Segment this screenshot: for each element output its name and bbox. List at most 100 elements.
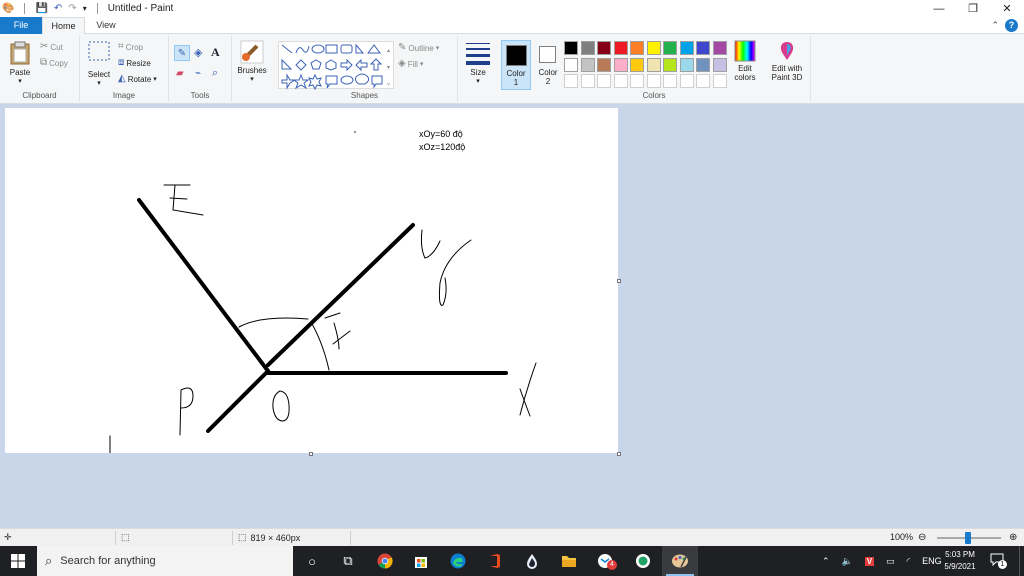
restore-button[interactable]: ❐ bbox=[956, 0, 990, 17]
palette-swatch[interactable] bbox=[630, 74, 644, 88]
save-icon[interactable]: 💾 bbox=[35, 3, 47, 15]
palette-swatch[interactable] bbox=[597, 57, 611, 72]
palette-swatch[interactable] bbox=[712, 74, 727, 88]
resize-handle-bottom[interactable] bbox=[309, 452, 313, 456]
text-tool-icon[interactable]: A bbox=[211, 45, 220, 60]
color-picker-icon[interactable]: ⌁ bbox=[195, 68, 201, 79]
divider bbox=[232, 531, 233, 545]
mail-icon[interactable]: 4 bbox=[596, 551, 617, 571]
palette-swatch[interactable] bbox=[580, 57, 595, 72]
palette-swatch[interactable] bbox=[679, 41, 694, 55]
crop-button[interactable]: ⌗ Crop bbox=[118, 42, 143, 52]
palette-swatch[interactable] bbox=[597, 74, 611, 88]
store-logo bbox=[415, 557, 427, 568]
customize-toolbar-icon[interactable]: ▾ bbox=[83, 3, 87, 15]
tab-view[interactable]: View bbox=[88, 17, 124, 34]
paint-3d-taskbar-icon[interactable] bbox=[633, 551, 653, 571]
palette-swatch[interactable] bbox=[564, 41, 578, 55]
vietnamese-input-icon[interactable]: V bbox=[864, 556, 875, 566]
handwritten-p bbox=[179, 387, 194, 436]
palette-swatch[interactable] bbox=[663, 74, 677, 88]
edit-paint3d-button[interactable]: Edit with Paint 3D bbox=[766, 40, 808, 82]
palette-swatch[interactable] bbox=[679, 74, 694, 88]
tab-file[interactable]: File bbox=[0, 17, 42, 34]
color1-button[interactable]: Color 1 bbox=[501, 40, 531, 90]
palette-swatch[interactable] bbox=[580, 41, 595, 55]
palette-swatch[interactable] bbox=[630, 57, 644, 72]
start-button[interactable] bbox=[0, 546, 36, 576]
copy-button[interactable]: ⧉ Copy bbox=[40, 58, 68, 68]
size-button[interactable]: Size ▾ bbox=[462, 40, 494, 85]
resize-handle-corner[interactable] bbox=[617, 452, 621, 456]
fill-button[interactable]: ◈ Fill ▾ bbox=[398, 59, 423, 69]
resize-button[interactable]: ⧈ Resize bbox=[118, 58, 151, 68]
palette-swatch[interactable] bbox=[613, 41, 628, 55]
zoom-in-button[interactable]: ⊕ bbox=[1009, 532, 1017, 543]
undo-icon[interactable]: ↶ bbox=[54, 3, 62, 15]
brushes-button[interactable]: Brushes ▾ bbox=[234, 40, 270, 83]
divider bbox=[24, 3, 26, 14]
palette-swatch[interactable] bbox=[712, 57, 727, 72]
palette-swatch[interactable] bbox=[646, 74, 661, 88]
clock[interactable]: 5:03 PM 5/9/2021 bbox=[938, 549, 982, 573]
fill-bucket-icon[interactable]: ◈ bbox=[194, 46, 202, 59]
paint-taskbar-button[interactable] bbox=[662, 546, 698, 576]
palette-swatch[interactable] bbox=[646, 41, 661, 55]
cortana-icon[interactable]: ○ bbox=[302, 551, 322, 571]
crop-label: Crop bbox=[125, 42, 143, 52]
task-view-icon[interactable]: ⧉ bbox=[338, 551, 358, 571]
show-hidden-icons[interactable]: ⌃ bbox=[822, 556, 830, 567]
outline-button[interactable]: ✎ Outline ▾ bbox=[398, 43, 439, 53]
resize-handle-right[interactable] bbox=[617, 279, 621, 283]
palette-swatch[interactable] bbox=[712, 41, 727, 55]
edge-icon[interactable] bbox=[448, 551, 468, 571]
edit-colors-button[interactable]: Edit colors bbox=[731, 40, 759, 82]
help-icon[interactable]: ? bbox=[1005, 19, 1018, 32]
battery-icon[interactable]: ▭ bbox=[886, 556, 895, 567]
rotate-button[interactable]: ◭ Rotate ▾ bbox=[118, 74, 157, 84]
collapse-ribbon-icon[interactable]: ⌃ bbox=[991, 20, 999, 31]
palette-swatch[interactable] bbox=[630, 41, 644, 55]
palette-swatch[interactable] bbox=[613, 74, 628, 88]
tab-home[interactable]: Home bbox=[42, 17, 85, 35]
chrome-icon[interactable] bbox=[375, 551, 395, 571]
file-explorer-icon[interactable] bbox=[559, 551, 579, 571]
notification-center[interactable]: 1 bbox=[990, 553, 1007, 569]
app-icon[interactable] bbox=[522, 551, 542, 571]
palette-swatch[interactable] bbox=[613, 57, 628, 72]
color2-button[interactable]: Color 2 bbox=[533, 40, 563, 90]
windows-logo-icon bbox=[11, 554, 25, 568]
palette-swatch[interactable] bbox=[564, 57, 578, 72]
taskbar-search-box[interactable]: ⌕ Search for anything bbox=[37, 546, 293, 576]
zoom-out-button[interactable]: ⊖ bbox=[918, 532, 926, 543]
volume-icon[interactable]: 🔈 bbox=[842, 556, 853, 567]
redo-icon[interactable]: ↷ bbox=[68, 3, 76, 15]
shapes-gallery[interactable]: ▴ ▾ ▿ bbox=[278, 41, 394, 91]
close-button[interactable]: ✕ bbox=[990, 0, 1024, 17]
wifi-icon[interactable]: ◜ bbox=[907, 556, 911, 567]
office-icon[interactable] bbox=[485, 551, 505, 571]
palette-swatch[interactable] bbox=[663, 41, 677, 55]
store-icon[interactable] bbox=[411, 551, 431, 571]
select-button[interactable]: Select ▾ bbox=[84, 40, 114, 87]
minimize-button[interactable]: — bbox=[922, 0, 956, 17]
palette-swatch[interactable] bbox=[564, 74, 578, 88]
zoom-slider-thumb[interactable] bbox=[965, 532, 971, 544]
palette-swatch[interactable] bbox=[663, 57, 677, 72]
palette-swatch[interactable] bbox=[696, 57, 710, 72]
palette-swatch[interactable] bbox=[646, 57, 661, 72]
eraser-icon[interactable]: ▰ bbox=[176, 68, 184, 79]
pencil-icon[interactable]: ✎ bbox=[174, 45, 190, 61]
cut-button[interactable]: ✂ Cut bbox=[40, 42, 63, 52]
palette-swatch[interactable] bbox=[696, 74, 710, 88]
paste-button[interactable]: Paste ▾ bbox=[4, 40, 36, 85]
rotate-label: Rotate bbox=[127, 74, 152, 84]
show-desktop-button[interactable] bbox=[1019, 546, 1024, 576]
palette-swatch[interactable] bbox=[580, 74, 595, 88]
image-group: Select ▾ ⌗ Crop ⧈ Resize ◭ Rotate ▾ Imag… bbox=[80, 36, 169, 102]
palette-swatch[interactable] bbox=[679, 57, 694, 72]
magnifier-icon[interactable]: ⌕ bbox=[212, 67, 218, 80]
palette-swatch[interactable] bbox=[696, 41, 710, 55]
drawing-canvas[interactable]: xOy=60 độ xOz=120độ bbox=[5, 108, 618, 454]
palette-swatch[interactable] bbox=[597, 41, 611, 55]
